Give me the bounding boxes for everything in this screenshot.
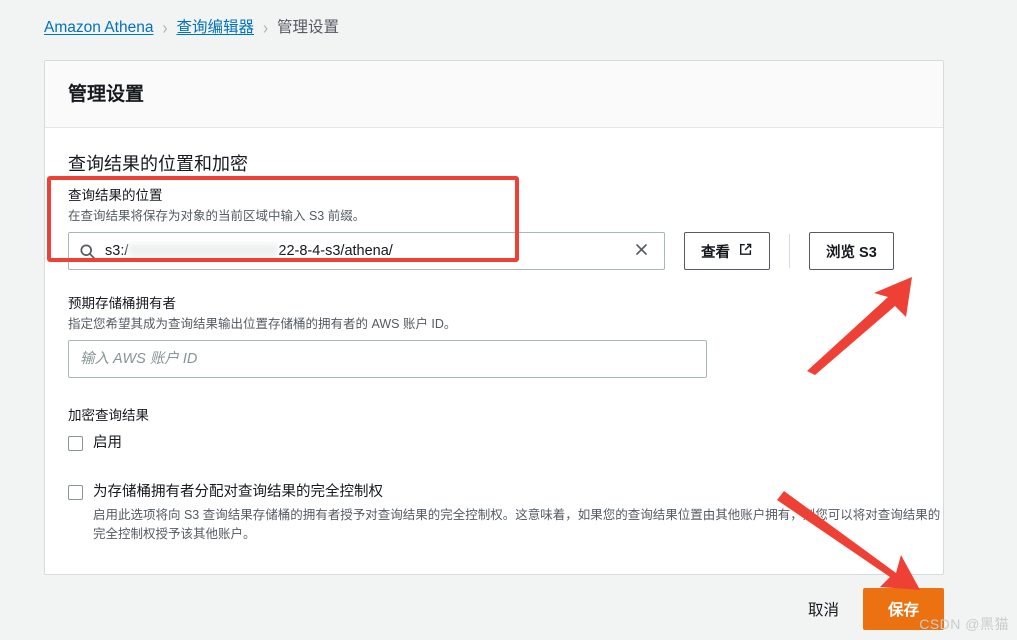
view-button[interactable]: 查看 [684, 232, 770, 270]
encrypt-query-results-block: 加密查询结果 启用 [68, 407, 920, 453]
card-header: 管理设置 [45, 61, 943, 128]
encrypt-enable-row[interactable]: 启用 [68, 434, 920, 453]
query-result-location-description: 在查询结果将保存为对象的当前区域中输入 S3 前缀。 [68, 209, 366, 223]
full-control-row[interactable]: 为存储桶拥有者分配对查询结果的完全控制权 [68, 483, 920, 502]
manage-settings-card: 管理设置 查询结果的位置和加密 查询结果的位置 在查询结果将保存为对象的当前区域… [44, 60, 944, 575]
search-icon [79, 243, 96, 260]
full-control-label[interactable]: 为存储桶拥有者分配对查询结果的完全控制权 [93, 483, 383, 502]
expected-bucket-owner-block: 预期存储桶拥有者 指定您希望其成为查询结果输出位置存储桶的拥有者的 AWS 账户… [68, 295, 920, 378]
external-link-icon [738, 242, 753, 261]
close-icon [634, 242, 649, 260]
full-control-checkbox[interactable] [68, 485, 83, 500]
encrypt-query-results-label: 加密查询结果 [68, 408, 149, 423]
encrypt-enable-label[interactable]: 启用 [93, 434, 122, 453]
section-title-query-result-location-encryption: 查询结果的位置和加密 [68, 154, 248, 174]
breadcrumb-item-amazon-athena[interactable]: Amazon Athena [44, 18, 153, 38]
query-result-location-input[interactable]: s3:/ 22-8-4-s3/athena/ [105, 241, 624, 261]
redacted-bucket-name [128, 241, 279, 258]
s3-uri-suffix: 22-8-4-s3/athena/ [278, 243, 393, 259]
breadcrumb-item-manage-settings: 管理设置 [276, 19, 339, 36]
breadcrumb: Amazon Athena › 查询编辑器 › 管理设置 [44, 18, 339, 38]
csdn-watermark: CSDN @黑猫 [919, 616, 1009, 632]
full-control-description: 启用此选项将向 S3 查询结果存储桶的拥有者授予对查询结果的完全控制权。这意味着… [93, 508, 941, 541]
breadcrumb-separator-icon: › [262, 17, 268, 39]
clear-input-button[interactable] [624, 234, 658, 268]
query-result-location-input-wrapper[interactable]: s3:/ 22-8-4-s3/athena/ [68, 232, 665, 270]
page-title: 管理设置 [68, 84, 145, 105]
encrypt-enable-checkbox[interactable] [68, 436, 83, 451]
expected-bucket-owner-description: 指定您希望其成为查询结果输出位置存储桶的拥有者的 AWS 账户 ID。 [68, 317, 457, 331]
breadcrumb-separator-icon: › [162, 17, 168, 39]
expected-bucket-owner-input[interactable] [68, 340, 707, 378]
query-result-location-block: 查询结果的位置 在查询结果将保存为对象的当前区域中输入 S3 前缀。 s3:/ 2… [47, 176, 920, 270]
s3-uri-prefix: s3:/ [105, 243, 129, 259]
full-control-block: 为存储桶拥有者分配对查询结果的完全控制权 启用此选项将向 S3 查询结果存储桶的… [68, 483, 940, 544]
breadcrumb-item-query-editor[interactable]: 查询编辑器 [176, 18, 254, 38]
cancel-button[interactable]: 取消 [806, 592, 841, 626]
view-button-label: 查看 [701, 244, 730, 261]
query-result-location-label: 查询结果的位置 [68, 188, 163, 203]
card-body: 查询结果的位置和加密 查询结果的位置 在查询结果将保存为对象的当前区域中输入 S… [45, 128, 943, 574]
expected-bucket-owner-label: 预期存储桶拥有者 [68, 296, 176, 311]
button-divider [789, 234, 790, 268]
query-result-location-row: s3:/ 22-8-4-s3/athena/ 查看 浏览 S3 [68, 232, 920, 270]
browse-s3-button[interactable]: 浏览 S3 [809, 232, 894, 270]
